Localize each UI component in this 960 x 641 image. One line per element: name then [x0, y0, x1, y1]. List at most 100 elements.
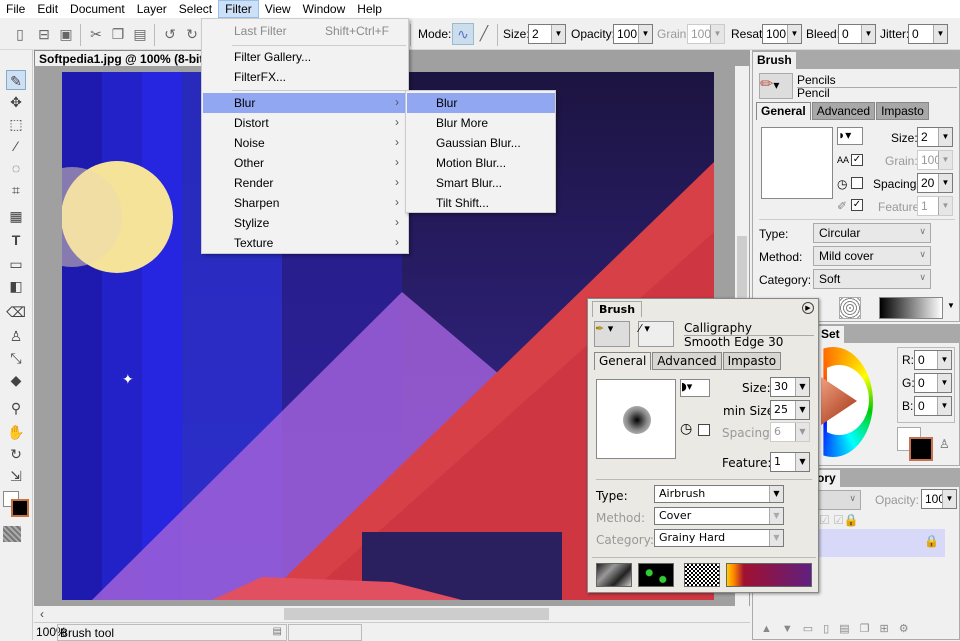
chevron-down-icon[interactable]: ▼	[938, 128, 952, 146]
menu-item-tilt-shift[interactable]: Tilt Shift...	[407, 193, 555, 213]
save-icon[interactable]: ▣	[58, 26, 74, 42]
gradient-selector[interactable]	[879, 297, 943, 319]
clone-stamp-tool-icon[interactable]: ♙	[6, 326, 26, 346]
paper-selector[interactable]	[596, 563, 632, 587]
nozzle-selector[interactable]	[684, 563, 720, 587]
chevron-down-icon[interactable]: ▼	[937, 397, 951, 415]
freehand-mode-icon[interactable]: ∿	[452, 23, 474, 45]
menu-item-render[interactable]: Render ›	[203, 173, 407, 193]
tab-impasto[interactable]: Impasto	[722, 352, 782, 370]
brush-variant-selector[interactable]: ⁄ ▾	[638, 321, 674, 347]
brush-method-select[interactable]: Mild cover ∨	[813, 246, 931, 266]
opacity-field[interactable]: 100 ▼	[613, 24, 653, 44]
menu-item-noise[interactable]: Noise ›	[203, 133, 407, 153]
cut-icon[interactable]: ✂	[88, 26, 104, 42]
eraser-tool-icon[interactable]: ⌫	[6, 302, 26, 322]
menu-item-filterfx[interactable]: FilterFX...	[203, 67, 407, 87]
brush-type-select[interactable]: Circular ∨	[813, 223, 931, 243]
bleed-field[interactable]: 0 ▼	[838, 24, 876, 44]
rect-select-tool-icon[interactable]: ⬚	[6, 114, 26, 134]
open-folder-icon[interactable]: ⊟	[36, 26, 52, 42]
chevron-down-icon[interactable]: ▼	[938, 174, 952, 192]
menu-item-filter-gallery[interactable]: Filter Gallery...	[203, 47, 407, 67]
grain-texture-selector[interactable]	[839, 297, 861, 319]
magic-wand-tool-icon[interactable]: ⁄	[6, 136, 26, 156]
chevron-down-icon[interactable]: ▼	[947, 301, 955, 310]
gradient-tool-icon[interactable]: ◧	[6, 276, 26, 296]
spacing-checkbox[interactable]	[851, 177, 863, 189]
menu-filter[interactable]: Filter	[218, 0, 259, 18]
layer-opacity-field[interactable]: 100 ▼	[921, 489, 957, 509]
jitter-field[interactable]: 0 ▼	[908, 24, 948, 44]
g-field[interactable]: 0 ▼	[914, 373, 952, 393]
spacing-checkbox[interactable]	[698, 424, 710, 436]
menu-item-smart-blur[interactable]: Smart Blur...	[407, 173, 555, 193]
dab-profile-selector[interactable]: ◗▾	[680, 379, 710, 397]
layer-actions[interactable]: ▲▼▭▯▤❐⊞⚙	[761, 622, 919, 635]
transform-tool-icon[interactable]: ⇲	[6, 466, 26, 486]
brush-category-selector[interactable]: ✏▾	[759, 73, 793, 99]
hand-tool-icon[interactable]: ✋	[6, 422, 26, 442]
antialias-checkbox[interactable]: ✓	[851, 154, 863, 166]
zoom-tool-icon[interactable]: ⚲	[6, 398, 26, 418]
chevron-down-icon[interactable]: ▼	[795, 401, 809, 419]
menu-file[interactable]: File	[0, 0, 31, 18]
rotate-tool-icon[interactable]: ↻	[6, 444, 26, 464]
straight-line-mode-icon[interactable]: ╱	[476, 25, 492, 41]
text-tool-icon[interactable]: T	[6, 230, 26, 250]
chevron-down-icon[interactable]: ▼	[787, 25, 801, 43]
brush-category-select[interactable]: Soft ∨	[813, 269, 931, 289]
b-field[interactable]: 0 ▼	[914, 396, 952, 416]
brush-size-field[interactable]: 2 ▼	[917, 127, 953, 147]
menu-item-stylize[interactable]: Stylize ›	[203, 213, 407, 233]
pattern-selector[interactable]	[638, 563, 674, 587]
menu-item-gaussian-blur[interactable]: Gaussian Blur...	[407, 133, 555, 153]
resat-field[interactable]: 100 ▼	[762, 24, 802, 44]
tab-advanced[interactable]: Advanced	[652, 352, 722, 370]
chevron-down-icon[interactable]: ▼	[937, 351, 951, 369]
paste-icon[interactable]: ▤	[132, 26, 148, 42]
min-size-field[interactable]: 25 ▼	[770, 400, 810, 420]
size-field[interactable]: 30 ▼	[770, 377, 810, 397]
shape-tool-icon[interactable]: ▭	[6, 254, 26, 274]
menu-layer[interactable]: Layer	[131, 0, 173, 18]
menu-item-other[interactable]: Other ›	[203, 153, 407, 173]
lock-options-icon[interactable]: ☑ ☑🔒	[819, 513, 859, 527]
scrollbar-thumb[interactable]	[284, 608, 549, 620]
chevron-down-icon[interactable]: ▼	[933, 25, 947, 43]
chevron-down-icon[interactable]: ▼	[942, 490, 956, 508]
lasso-tool-icon[interactable]: ◌	[6, 158, 26, 178]
tab-impasto[interactable]: Impasto	[876, 102, 929, 120]
tab-advanced[interactable]: Advanced	[811, 102, 876, 120]
copy-icon[interactable]: ❐	[110, 26, 126, 42]
feature-field[interactable]: 1 ▼	[770, 452, 810, 472]
dab-profile-selector[interactable]: ◗▾	[837, 127, 863, 145]
perspective-tool-icon[interactable]: ▦	[6, 206, 26, 226]
gradient-selector[interactable]	[726, 563, 812, 587]
menu-window[interactable]: Window	[297, 0, 352, 18]
menu-edit[interactable]: Edit	[31, 0, 64, 18]
eyedropper-tool-icon[interactable]: ⤡	[6, 348, 26, 368]
color-set-tab[interactable]: Set	[817, 326, 844, 343]
paint-bucket-tool-icon[interactable]: ◆	[6, 370, 26, 390]
menu-item-distort[interactable]: Distort ›	[203, 113, 407, 133]
document-title[interactable]: Softpedia1.jpg @ 100% (8-bit) *	[34, 50, 221, 66]
tab-general[interactable]: General	[756, 102, 811, 120]
paper-texture-icon[interactable]	[3, 526, 21, 542]
status-menu-icon[interactable]: ▤	[273, 626, 282, 637]
chevron-down-icon[interactable]: ▼	[795, 453, 809, 471]
menu-item-motion-blur[interactable]: Motion Blur...	[407, 153, 555, 173]
menu-select[interactable]: Select	[173, 0, 218, 18]
chevron-down-icon[interactable]: ▼	[551, 25, 565, 43]
chevron-down-icon[interactable]: ▼	[795, 378, 809, 396]
chevron-down-icon[interactable]: ▼	[638, 25, 652, 43]
menu-item-blur[interactable]: Blur ›	[203, 93, 407, 113]
brush-spacing-field[interactable]: 20 ▼	[917, 173, 953, 193]
stamp-icon[interactable]: ♙	[939, 437, 950, 451]
undo-icon[interactable]: ↺	[162, 26, 178, 42]
new-file-icon[interactable]: ▯	[12, 26, 28, 42]
menu-item-blur-more[interactable]: Blur More	[407, 113, 555, 133]
scroll-left-icon[interactable]: ‹	[40, 607, 44, 621]
chevron-down-icon[interactable]: ▼	[769, 486, 783, 502]
chevron-down-icon[interactable]: ▼	[937, 374, 951, 392]
